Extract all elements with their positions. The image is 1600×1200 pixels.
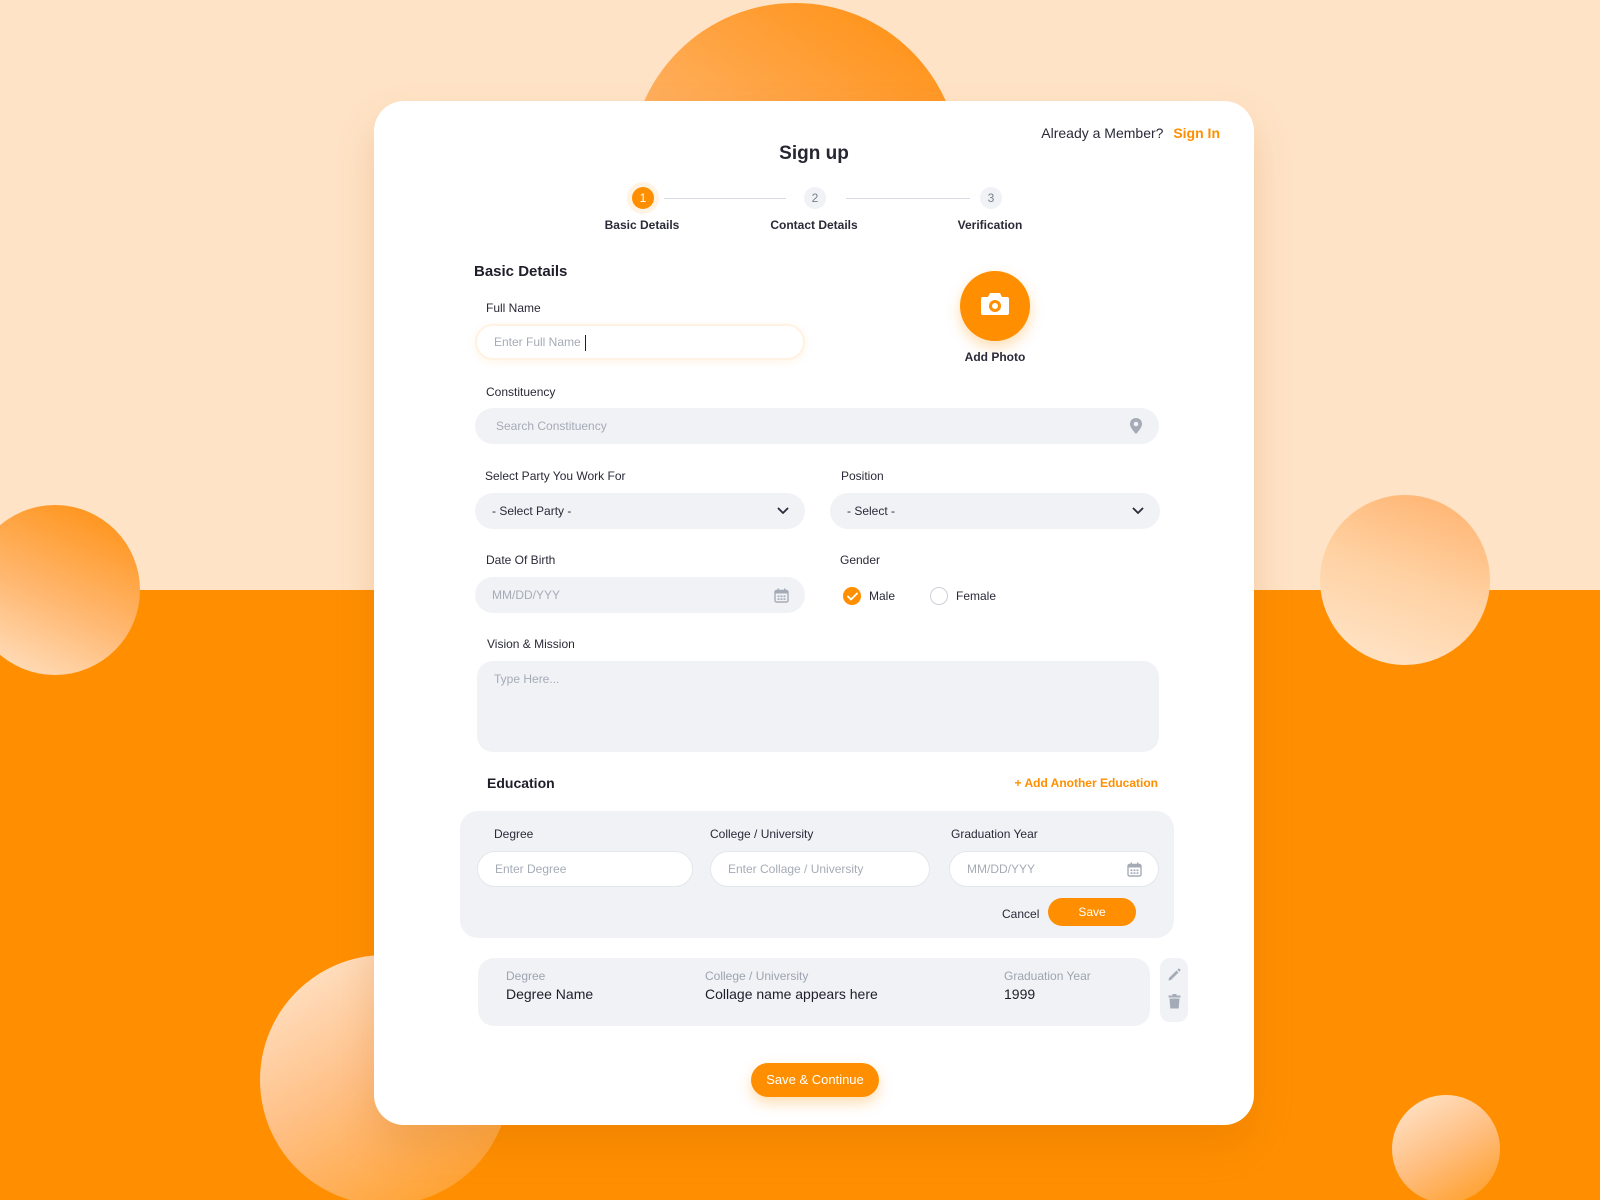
step-2-dot[interactable]: 2 xyxy=(804,187,826,209)
step-1-dot[interactable]: 1 xyxy=(632,187,654,209)
graduation-year-placeholder: MM/DD/YYY xyxy=(967,862,1036,876)
signup-card: Already a Member? Sign In Sign up 1 Basi… xyxy=(374,101,1254,1125)
dob-placeholder: MM/DD/YYY xyxy=(492,588,561,602)
step-3-label: Verification xyxy=(957,218,1023,232)
position-select[interactable]: - Select - xyxy=(830,493,1160,529)
college-input[interactable]: Enter Collage / University xyxy=(710,851,930,887)
text-cursor xyxy=(584,334,586,351)
calendar-icon[interactable] xyxy=(774,588,789,603)
chevron-down-icon xyxy=(777,507,789,515)
position-label: Position xyxy=(841,469,884,483)
degree-label: Degree xyxy=(494,827,534,841)
camera-icon xyxy=(980,291,1010,322)
position-select-value: - Select - xyxy=(847,504,896,518)
add-photo-label: Add Photo xyxy=(964,350,1026,364)
cancel-button[interactable]: Cancel xyxy=(1002,907,1039,921)
dob-input[interactable]: MM/DD/YYY xyxy=(475,577,805,613)
entry-college-value: Collage name appears here xyxy=(705,986,878,1002)
entry-college-caption: College / University xyxy=(705,969,809,983)
dob-label: Date Of Birth xyxy=(486,553,556,567)
already-member-row: Already a Member? Sign In xyxy=(1041,125,1220,141)
stepper: 1 Basic Details 2 Contact Details 3 Veri… xyxy=(374,187,1254,237)
gender-label: Gender xyxy=(840,553,881,567)
step-3-dot[interactable]: 3 xyxy=(980,187,1002,209)
gender-female-label: Female xyxy=(956,589,997,603)
gender-female-radio[interactable]: Female xyxy=(930,587,996,605)
full-name-input[interactable]: Enter Full Name xyxy=(475,324,805,360)
step-1-label: Basic Details xyxy=(604,218,680,232)
vision-placeholder: Type Here... xyxy=(494,672,560,686)
sign-in-link[interactable]: Sign In xyxy=(1173,125,1220,141)
full-name-placeholder: Enter Full Name xyxy=(494,335,581,349)
already-member-text: Already a Member? xyxy=(1041,125,1164,141)
degree-input[interactable]: Enter Degree xyxy=(477,851,693,887)
gender-male-radio[interactable]: Male xyxy=(843,587,895,605)
education-heading: Education xyxy=(487,775,555,791)
constituency-search-input[interactable]: Search Constituency xyxy=(475,408,1159,444)
college-label: College / University xyxy=(710,827,814,841)
decorative-circle xyxy=(1392,1095,1500,1200)
edit-icon[interactable] xyxy=(1166,967,1182,983)
vision-textarea[interactable]: Type Here... xyxy=(477,661,1159,752)
degree-placeholder: Enter Degree xyxy=(495,862,567,876)
basic-details-heading: Basic Details xyxy=(474,263,568,280)
entry-year-value: 1999 xyxy=(1004,986,1036,1002)
radio-unchecked-icon xyxy=(930,587,948,605)
college-placeholder: Enter Collage / University xyxy=(728,862,864,876)
vision-label: Vision & Mission xyxy=(487,637,575,651)
chevron-down-icon xyxy=(1132,507,1144,515)
delete-icon[interactable] xyxy=(1166,993,1182,1009)
constituency-placeholder: Search Constituency xyxy=(496,419,607,433)
entry-degree-value: Degree Name xyxy=(506,986,594,1002)
decorative-circle xyxy=(1320,495,1490,665)
graduation-year-label: Graduation Year xyxy=(951,827,1038,841)
add-education-link[interactable]: + Add Another Education xyxy=(1015,776,1158,790)
gender-male-label: Male xyxy=(869,589,896,603)
full-name-label: Full Name xyxy=(486,301,541,315)
save-education-button[interactable]: Save xyxy=(1048,898,1136,926)
save-and-continue-button[interactable]: Save & Continue xyxy=(751,1063,879,1097)
step-connector xyxy=(846,198,970,199)
checkmark-icon xyxy=(843,587,861,605)
graduation-year-input[interactable]: MM/DD/YYY xyxy=(949,851,1159,887)
step-2-label: Contact Details xyxy=(770,218,858,232)
page-title: Sign up xyxy=(779,143,849,164)
entry-degree-caption: Degree xyxy=(506,969,546,983)
entry-actions xyxy=(1160,958,1188,1022)
calendar-icon[interactable] xyxy=(1127,862,1142,877)
party-select[interactable]: - Select Party - xyxy=(475,493,805,529)
location-pin-icon xyxy=(1129,417,1143,435)
party-label: Select Party You Work For xyxy=(485,469,626,483)
add-photo-button[interactable] xyxy=(960,271,1030,341)
entry-year-caption: Graduation Year xyxy=(1004,969,1091,983)
constituency-label: Constituency xyxy=(486,385,556,399)
education-entry-row: Degree Degree Name College / University … xyxy=(478,958,1150,1026)
step-connector xyxy=(664,198,786,199)
party-select-value: - Select Party - xyxy=(492,504,572,518)
